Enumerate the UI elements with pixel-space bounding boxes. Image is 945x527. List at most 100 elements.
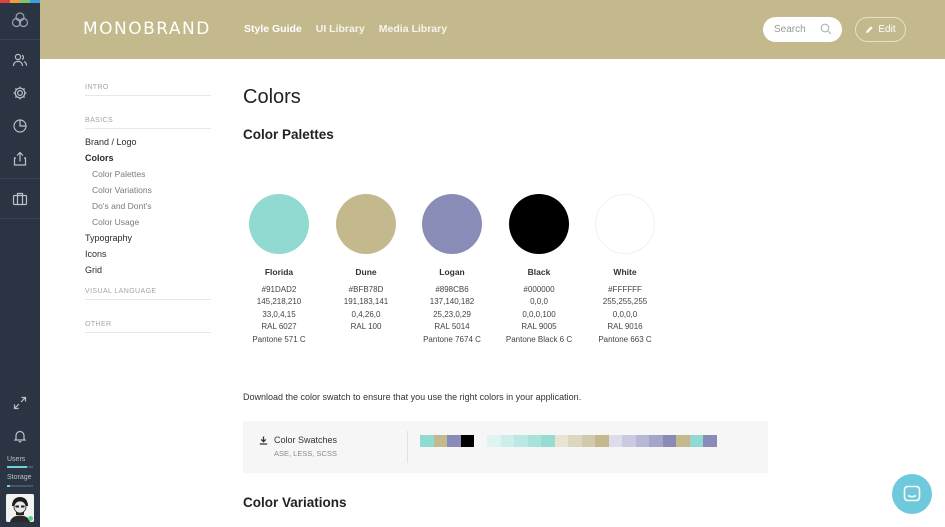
swatch-chip [500,435,514,447]
nav-item-brand-logo[interactable]: Brand / Logo [85,134,211,150]
users-meter [7,466,33,468]
app-rail: Users Storage [0,0,40,527]
swatch-chip [608,435,622,447]
color-ral: RAL 5014 [434,322,470,332]
download-instructions: Download the color swatch to ensure that… [243,392,582,402]
panel-divider [407,431,408,463]
color-rgb: 137,140,182 [429,297,475,307]
users-icon[interactable] [0,44,40,76]
swatch-chip [420,435,434,447]
nav-style-guide[interactable]: Style Guide [244,23,302,35]
nav-heading-basics[interactable]: BASICS [85,117,211,129]
swatch-chip [635,435,649,447]
color-hex: #BFB78D [348,285,384,294]
nav-heading-visual-language[interactable]: VISUAL LANGUAGE [85,288,211,300]
nav-media-library[interactable]: Media Library [379,23,447,35]
nav-item-typography[interactable]: Typography [85,230,211,246]
online-status-dot [28,516,33,521]
search-input[interactable]: Search [763,17,842,42]
color-cmyk: 33,0,4,15 [262,309,296,319]
users-meter-label: Users [7,456,26,463]
app-logo-icon[interactable] [0,0,40,40]
color-card-florida: Florida #91DAD2 145,218,210 33,0,4,15 RA… [229,194,329,346]
gear-icon[interactable] [0,77,40,109]
color-pantone: Pantone 663 C [598,334,652,344]
nav-item-icons[interactable]: Icons [85,246,211,262]
color-hex: #000000 [523,285,555,294]
top-header: MONOBRAND Style Guide UI Library Media L… [40,0,945,59]
nav-item-color-variations[interactable]: Color Variations [85,182,211,198]
color-pantone: Pantone 7674 C [423,334,481,344]
expand-icon[interactable] [0,387,40,419]
color-swatches-download-link[interactable]: Color Swatches [259,435,337,445]
color-rgb: 145,218,210 [256,297,302,307]
nav-heading-intro[interactable]: INTRO [85,84,211,96]
page-title: Colors [243,86,301,108]
swatch-chip [568,435,582,447]
swatch-chip [622,435,636,447]
chat-icon [903,485,921,502]
color-hex: #FFFFFF [608,285,642,294]
color-hex: #91DAD2 [261,285,297,294]
avatar[interactable] [6,494,34,522]
main-nav: Style Guide UI Library Media Library [244,23,447,35]
swatch-chip [554,435,568,447]
nav-item-dos-donts[interactable]: Do's and Dont's [85,198,211,214]
download-icon [259,436,268,445]
swatch-download-panel: Color Swatches ASE, LESS, SCSS [243,421,768,473]
color-card-white: White #FFFFFF 255,255,255 0,0,0,0 RAL 90… [575,194,675,346]
color-rgb: 191,183,141 [343,297,389,307]
color-name: Black [527,267,551,277]
swatch-chip [447,435,461,447]
color-rgb: 0,0,0 [530,297,548,307]
pie-chart-icon[interactable] [0,110,40,142]
nav-item-colors[interactable]: Colors [85,150,211,166]
color-swatch-circle [336,194,396,254]
color-card-black: Black #000000 0,0,0 0,0,0,100 RAL 9005 P… [489,194,589,346]
nav-ui-library[interactable]: UI Library [316,23,365,35]
chat-button[interactable] [892,474,932,514]
swatch-chip [649,435,663,447]
color-cmyk: 0,4,26,0 [351,309,381,319]
color-ral: RAL 9016 [607,322,643,332]
color-cmyk: 25,23,0,29 [433,309,471,319]
color-hex: #898CB6 [435,285,469,294]
color-swatch-circle [249,194,309,254]
color-card-dune: Dune #BFB78D 191,183,141 0,4,26,0 RAL 10… [316,194,416,334]
color-swatch-circle [509,194,569,254]
swatch-chip [487,435,501,447]
swatch-formats: ASE, LESS, SCSS [274,449,337,458]
swatch-chip [460,435,474,447]
swatch-chip [662,435,676,447]
swatch-chip [676,435,690,447]
color-ral: RAL 9005 [521,322,557,332]
search-placeholder: Search [774,24,806,35]
color-ral: RAL 6027 [261,322,297,332]
swatch-chip [689,435,703,447]
nav-item-grid[interactable]: Grid [85,262,211,278]
storage-meter-label: Storage [7,474,32,481]
brand-logo[interactable]: MONOBRAND [83,19,211,39]
swatch-chip [703,435,717,447]
color-pantone: Pantone 571 C [252,334,306,344]
storage-meter [7,485,33,487]
share-icon[interactable] [0,143,40,175]
color-name: Logan [439,267,465,277]
nav-item-color-usage[interactable]: Color Usage [85,214,211,230]
edit-button[interactable]: Edit [855,17,906,42]
nav-item-color-palettes[interactable]: Color Palettes [85,166,211,182]
search-icon [820,23,832,35]
briefcase-icon[interactable] [0,183,40,215]
bell-icon[interactable] [0,420,40,452]
swatch-chip [595,435,609,447]
color-name: White [613,267,637,277]
color-swatch-circle [422,194,482,254]
nav-heading-other[interactable]: OTHER [85,321,211,333]
color-name: Florida [264,267,294,277]
swatch-chip [433,435,447,447]
color-name: Dune [355,267,377,277]
swatch-preview-strip [420,435,717,447]
color-ral: RAL 100 [350,322,382,332]
swatch-download-label: Color Swatches [274,435,338,445]
color-swatch-circle [595,194,655,254]
